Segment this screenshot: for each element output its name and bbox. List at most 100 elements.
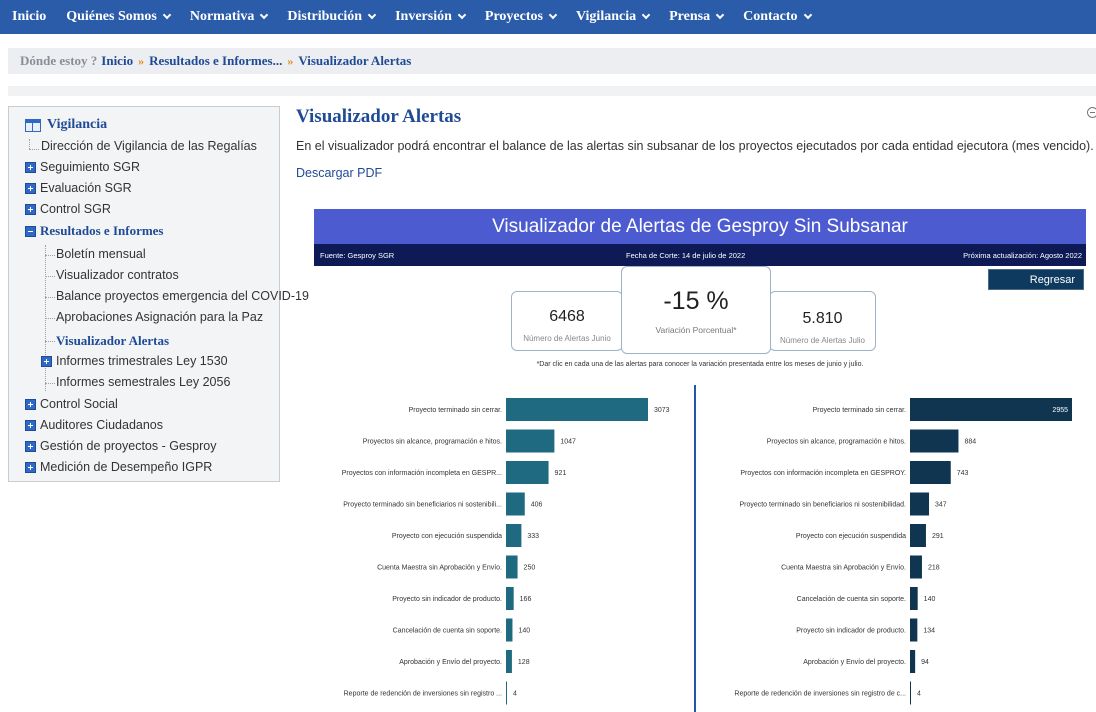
nav-item-7[interactable]: Prensa: [669, 9, 725, 25]
category-label: Proyecto con ejecución suspendida: [392, 533, 502, 540]
alert-bar[interactable]: [910, 524, 926, 547]
chevron-down-icon: [162, 10, 172, 20]
alert-bar[interactable]: [910, 461, 951, 484]
tree-line: [45, 276, 55, 277]
alert-bar[interactable]: [910, 555, 922, 579]
sidebar-item-label: Dirección de Vigilancia de las Regalías: [41, 139, 257, 153]
kpi-june-value: 6468: [549, 308, 585, 325]
breadcrumb-separator: »: [138, 53, 145, 68]
sidebar-item-14[interactable]: Gestión de proyectos - Gesproy: [25, 439, 216, 453]
sidebar-item-3[interactable]: Control SGR: [25, 202, 111, 216]
nav-item-label: Prensa: [669, 9, 711, 24]
nav-item-0[interactable]: Inicio: [12, 9, 46, 25]
alert-bar[interactable]: [506, 398, 648, 421]
alert-bar[interactable]: [910, 492, 930, 516]
sidebar-item-13[interactable]: Auditores Ciudadanos: [25, 418, 163, 432]
kpi-july-value: 5.810: [802, 310, 843, 327]
nav-item-1[interactable]: Quiénes Somos: [66, 9, 172, 25]
category-label: Cuenta Maestra sin Aprobación y Envío.: [377, 565, 502, 572]
chevron-down-icon: [260, 10, 269, 20]
alert-bar[interactable]: [506, 650, 512, 673]
alert-bar[interactable]: [910, 398, 1072, 421]
chevron-down-icon: [548, 10, 558, 20]
value-label: 1047: [560, 439, 576, 446]
category-label: Proyectos con información incompleta en …: [740, 470, 906, 477]
sidebar-item-label: Informes trimestrales Ley 1530: [56, 354, 228, 368]
chevron-down-icon: [803, 10, 812, 20]
nav-item-4[interactable]: Inversión: [395, 9, 467, 25]
breadcrumb-current: Visualizador Alertas: [298, 53, 412, 68]
sidebar-item-12[interactable]: Control Social: [25, 397, 118, 411]
alert-bar[interactable]: [506, 555, 518, 579]
category-label: Proyectos sin alcance, programación e hi…: [767, 439, 906, 446]
june-alerts-chart: Proyecto terminado sin cerrar. 3073 Proyec…: [342, 398, 670, 705]
category-label: Cancelación de cuenta sin soporte.: [393, 628, 502, 635]
breadcrumb-results[interactable]: Resultados e Informes...: [149, 53, 282, 69]
sidebar-item-15[interactable]: Medición de Desempeño IGPR: [25, 460, 212, 474]
alert-bar[interactable]: [910, 681, 911, 705]
alert-bar[interactable]: [506, 492, 525, 516]
sidebar-item-label: Control Social: [40, 397, 118, 411]
value-label: 921: [555, 470, 567, 477]
alert-bar[interactable]: [910, 429, 959, 453]
back-button[interactable]: Regresar: [988, 269, 1084, 290]
sidebar-item-label: Balance proyectos emergencia del COVID-1…: [56, 289, 309, 303]
sidebar-item-label: Auditores Ciudadanos: [40, 418, 163, 432]
value-label: 4: [917, 691, 921, 698]
dashboard-title: Visualizador de Alertas de Gesproy Sin S…: [314, 209, 1086, 244]
sidebar-item-11[interactable]: Informes semestrales Ley 2056: [56, 375, 230, 389]
expand-icon: [25, 398, 36, 410]
nav-item-8[interactable]: Contacto: [743, 9, 812, 25]
nav-item-6[interactable]: Vigilancia: [576, 9, 651, 25]
sidebar-item-1[interactable]: Seguimiento SGR: [25, 160, 140, 174]
dashboard-note: *Dar clic en cada una de las alertas par…: [536, 361, 864, 368]
nav-item-5[interactable]: Proyectos: [485, 9, 558, 25]
nav-item-3[interactable]: Distribución: [287, 9, 377, 25]
nav-item-label: Quiénes Somos: [66, 9, 157, 24]
nav-item-2[interactable]: Normativa: [190, 9, 269, 25]
source-label: Fuente: Gesproy SGR: [320, 251, 395, 260]
sidebar-item-label: Seguimiento SGR: [40, 160, 141, 174]
kpi-change: -15 % Variación Porcentual*: [621, 266, 771, 354]
sidebar-item-4[interactable]: Resultados e Informes: [25, 223, 164, 239]
alert-bar[interactable]: [910, 587, 918, 610]
july-alerts-chart: Proyecto terminado sin cerrar. 2955 Proyec…: [734, 398, 1072, 705]
alert-bar[interactable]: [506, 429, 555, 453]
category-label: Proyecto sin indicador de producto.: [392, 596, 502, 603]
nav-item-label: Distribución: [287, 9, 363, 24]
chevron-down-icon: [367, 10, 377, 20]
alert-bar[interactable]: [506, 681, 507, 705]
alert-bar[interactable]: [506, 524, 522, 547]
collapse-icon[interactable]: [1087, 107, 1096, 118]
tree-line: [29, 149, 39, 150]
sidebar-item-10[interactable]: Informes trimestrales Ley 1530: [41, 354, 228, 368]
sidebar-item-6[interactable]: Visualizador contratos: [56, 268, 179, 282]
sidebar-item-8[interactable]: Aprobaciones Asignación para la Paz: [56, 310, 263, 324]
kpi-july: 5.810 Número de Alertas Julio: [769, 291, 876, 351]
value-label: 128: [518, 659, 530, 666]
sidebar-item-5[interactable]: Boletín mensual: [56, 247, 146, 261]
category-label: Proyecto terminado sin beneficiarios ni …: [343, 502, 502, 509]
chevron-down-icon: [641, 10, 651, 20]
value-label: 406: [531, 502, 543, 509]
sidebar-title[interactable]: Vigilancia: [25, 117, 107, 133]
breadcrumb: Dónde estoy ? Inicio » Resultados e Info…: [8, 48, 1096, 74]
breadcrumb-home[interactable]: Inicio: [101, 53, 133, 69]
breadcrumb-separator: »: [287, 53, 294, 68]
alert-bar[interactable]: [506, 461, 549, 484]
sidebar-item-7[interactable]: Balance proyectos emergencia del COVID-1…: [56, 289, 309, 303]
download-pdf-link[interactable]: Descargar PDF: [296, 166, 382, 180]
value-label: 884: [964, 439, 976, 446]
alert-bar[interactable]: [910, 650, 916, 673]
alert-bar[interactable]: [506, 587, 514, 610]
alert-bar[interactable]: [506, 618, 513, 642]
kpi-july-caption: Número de Alertas Julio: [780, 336, 865, 345]
kpi-june-caption: Número de Alertas Junio: [523, 334, 611, 343]
sidebar-item-2[interactable]: Evaluación SGR: [25, 181, 132, 195]
breadcrumb-label: Dónde estoy ?: [20, 53, 98, 68]
sidebar-item-label: Aprobaciones Asignación para la Paz: [56, 310, 264, 324]
category-label: Cancelación de cuenta sin soporte.: [797, 596, 906, 603]
sidebar-item-9[interactable]: Visualizador Alertas: [56, 333, 169, 349]
sidebar-item-0[interactable]: Dirección de Vigilancia de las Regalías: [41, 139, 257, 153]
alert-bar[interactable]: [910, 618, 918, 642]
